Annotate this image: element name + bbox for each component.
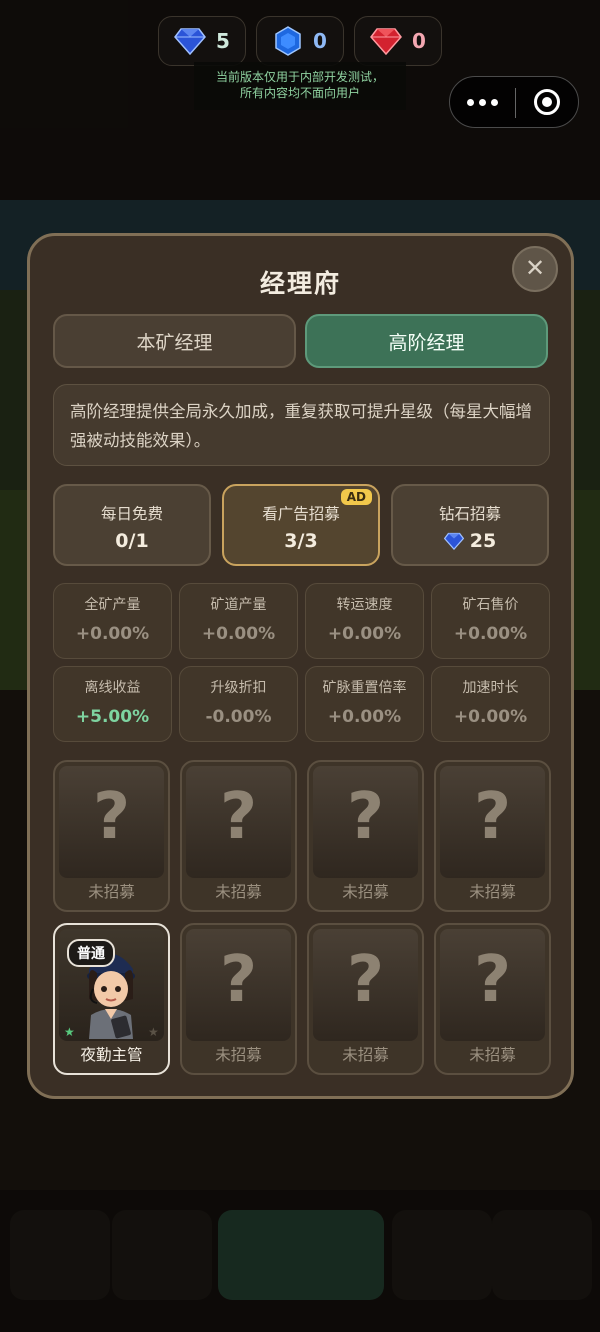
stat-label: 升级折扣 (210, 680, 267, 696)
recruit-diamond-button[interactable]: 钻石招募 25 (391, 484, 549, 566)
stat-value: +5.00% (75, 707, 150, 727)
stat-value: +0.00% (201, 624, 276, 644)
stat-value: +0.00% (453, 624, 528, 644)
stat-value: +0.00% (327, 707, 402, 727)
blue-sapphire-icon (275, 26, 301, 56)
panel-title: 经理府 (259, 269, 341, 298)
close-button[interactable]: ✕ (512, 246, 558, 292)
stat-label: 全矿产量 (84, 597, 141, 613)
recruit-label: 每日免费 (100, 505, 163, 523)
unknown-icon: ? (346, 780, 385, 854)
manager-slot-locked[interactable]: ? 未招募 (434, 923, 551, 1075)
red-ruby-icon (370, 28, 402, 55)
manager-name: 未招募 (215, 1046, 262, 1064)
unknown-icon: ? (219, 943, 258, 1017)
tab-local-manager[interactable]: 本矿经理 (53, 314, 296, 368)
recruit-watch-ad-button[interactable]: AD 看广告招募 3/3 (222, 484, 380, 566)
manager-name: 未招募 (469, 883, 516, 901)
stat-card: 矿脉重置倍率 +0.00% (305, 666, 424, 742)
recruit-value: 3/3 (284, 530, 318, 552)
close-miniprogram-icon[interactable] (534, 89, 560, 115)
manager-name: 未招募 (469, 1046, 516, 1064)
currency-value: 0 (313, 29, 327, 53)
recruit-daily-free-button[interactable]: 每日免费 0/1 (53, 484, 211, 566)
miniprogram-capsule (449, 76, 579, 128)
close-icon: ✕ (524, 254, 546, 282)
stat-label: 加速时长 (462, 680, 519, 696)
description-box: 高阶经理提供全局永久加成，重复获取可提升星级（每星大幅增强被动技能效果）。 (53, 384, 550, 466)
manager-name: 夜勤主管 (80, 1046, 143, 1064)
rarity-badge: 普通 (67, 939, 115, 967)
recruit-label: 钻石招募 (438, 505, 501, 523)
manager-slot-locked[interactable]: ? 未招募 (307, 923, 424, 1075)
manager-slot-recruited[interactable]: 普通 ★ ★ 夜勤主管 (53, 923, 170, 1075)
manager-slot-locked[interactable]: ? 未招募 (180, 923, 297, 1075)
stat-card: 转运速度 +0.00% (305, 583, 424, 659)
stat-card: 升级折扣 -0.00% (179, 666, 298, 742)
unknown-icon: ? (473, 780, 512, 854)
stat-card: 矿石售价 +0.00% (431, 583, 550, 659)
unknown-icon: ? (92, 780, 131, 854)
manager-slot-locked[interactable]: ? 未招募 (53, 760, 170, 912)
dev-notice-line: 当前版本仅用于内部开发测试， (215, 70, 384, 84)
star-empty-icon: ★ (148, 1025, 159, 1039)
unknown-icon: ? (473, 943, 512, 1017)
currency-blue-diamond: 5 (158, 16, 246, 66)
currency-value: 0 (412, 29, 426, 53)
stat-label: 转运速度 (336, 597, 393, 613)
stat-card: 全矿产量 +0.00% (53, 583, 172, 659)
currency-blue-sapphire: 0 (256, 16, 344, 66)
currency-bar: 5 0 0 (158, 16, 442, 66)
stat-value: +0.00% (327, 624, 402, 644)
more-menu-icon[interactable] (467, 92, 499, 112)
unknown-icon: ? (346, 943, 385, 1017)
blue-diamond-icon (443, 532, 464, 550)
manager-slot-locked[interactable]: ? 未招募 (307, 760, 424, 912)
unknown-icon: ? (219, 780, 258, 854)
stat-card: 加速时长 +0.00% (431, 666, 550, 742)
recruit-value: 25 (393, 530, 547, 552)
blue-diamond-icon (174, 28, 206, 55)
manager-slot-locked[interactable]: ? 未招募 (434, 760, 551, 912)
stat-label: 矿脉重置倍率 (322, 680, 407, 696)
stat-value: -0.00% (205, 707, 272, 727)
stat-card: 离线收益 +5.00% (53, 666, 172, 742)
currency-value: 5 (216, 29, 230, 53)
ad-badge: AD (340, 489, 372, 505)
dev-notice: 当前版本仅用于内部开发测试， 所有内容均不面向用户 (194, 62, 406, 110)
stat-value: +0.00% (453, 707, 528, 727)
manager-slot-locked[interactable]: ? 未招募 (180, 760, 297, 912)
stat-value: +0.00% (75, 624, 150, 644)
dev-notice-line: 所有内容均不面向用户 (239, 86, 360, 100)
currency-red-ruby: 0 (354, 16, 442, 66)
manager-name: 未招募 (215, 883, 262, 901)
star-filled-icon: ★ (64, 1025, 75, 1039)
manager-name: 未招募 (342, 883, 389, 901)
manager-panel: 经理府 ✕ 本矿经理 高阶经理 高阶经理提供全局永久加成，重复获取可提升星级（每… (27, 233, 574, 1099)
manager-name: 未招募 (342, 1046, 389, 1064)
stat-label: 矿石售价 (462, 597, 519, 613)
stat-label: 离线收益 (84, 680, 141, 696)
stat-card: 矿道产量 +0.00% (179, 583, 298, 659)
tab-advanced-manager[interactable]: 高阶经理 (305, 314, 548, 368)
manager-name: 未招募 (88, 883, 135, 901)
recruit-value: 0/1 (115, 530, 149, 552)
recruit-label: 看广告招募 (262, 505, 340, 523)
stat-label: 矿道产量 (210, 597, 267, 613)
